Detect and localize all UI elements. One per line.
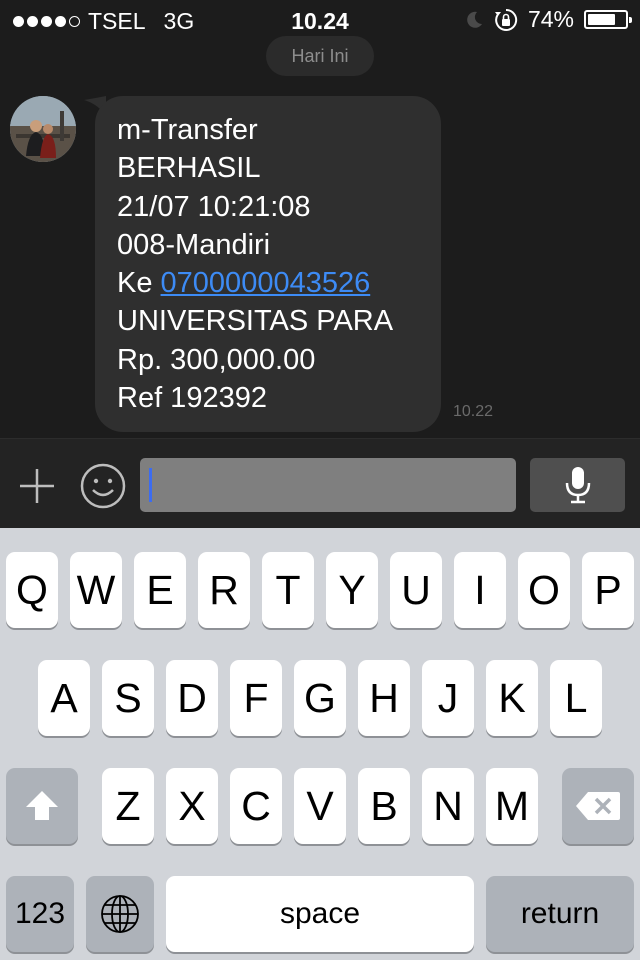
key-g[interactable]: G [294, 660, 346, 736]
key-f[interactable]: F [230, 660, 282, 736]
message-line-recipient: Ke 0700000043526 [117, 264, 419, 302]
key-b[interactable]: B [358, 768, 410, 844]
emoji-icon[interactable] [80, 463, 126, 509]
globe-icon [101, 895, 139, 933]
key-e[interactable]: E [134, 552, 186, 628]
keyboard: Q W E R T Y U I O P A S D F G H J K L Z … [0, 528, 640, 960]
key-k[interactable]: K [486, 660, 538, 736]
do-not-disturb-icon [467, 11, 482, 28]
avatar-photo [10, 96, 76, 162]
key-q[interactable]: Q [6, 552, 58, 628]
message-line: UNIVERSITAS PARA [117, 305, 394, 338]
message-line: Rp. 300,000.00 [117, 343, 316, 376]
return-key[interactable]: return [486, 876, 634, 952]
key-m[interactable]: M [486, 768, 538, 844]
key-z[interactable]: Z [102, 768, 154, 844]
account-number-link[interactable]: 0700000043526 [161, 267, 371, 299]
shift-key[interactable] [6, 768, 78, 844]
key-i[interactable]: I [454, 552, 506, 628]
message-input[interactable] [140, 458, 516, 512]
key-j[interactable]: J [422, 660, 474, 736]
message-line: BERHASIL [117, 152, 261, 185]
key-h[interactable]: H [358, 660, 410, 736]
rotation-lock-icon [494, 8, 518, 31]
space-key[interactable]: space [166, 876, 474, 952]
delete-icon [576, 792, 620, 820]
numbers-key[interactable]: 123 [6, 876, 74, 952]
key-a[interactable]: A [38, 660, 90, 736]
date-separator: Hari Ini [266, 36, 374, 76]
to-prefix: Ke [117, 267, 153, 300]
key-d[interactable]: D [166, 660, 218, 736]
message-line: 008-Mandiri [117, 228, 271, 261]
shift-icon [26, 791, 58, 820]
battery-icon [584, 10, 632, 29]
key-u[interactable]: U [390, 552, 442, 628]
message-line: 21/07 10:21:08 [117, 190, 311, 223]
key-l[interactable]: L [550, 660, 602, 736]
key-p[interactable]: P [582, 552, 634, 628]
microphone-icon [565, 467, 591, 504]
key-t[interactable]: T [262, 552, 314, 628]
key-s[interactable]: S [102, 660, 154, 736]
text-caret [149, 468, 152, 502]
key-n[interactable]: N [422, 768, 474, 844]
avatar[interactable] [10, 96, 76, 162]
key-y[interactable]: Y [326, 552, 378, 628]
key-x[interactable]: X [166, 768, 218, 844]
message-line: Ref 192392 [117, 382, 267, 415]
key-c[interactable]: C [230, 768, 282, 844]
status-right: 74% [464, 6, 632, 33]
status-bar: TSEL 3G 10.24 74% [0, 0, 640, 40]
globe-key[interactable] [86, 876, 154, 952]
key-v[interactable]: V [294, 768, 346, 844]
message-bubble[interactable]: m-Transfer BERHASIL 21/07 10:21:08 008-M… [95, 96, 441, 432]
delete-key[interactable] [562, 768, 634, 844]
message-line: m-Transfer [117, 114, 258, 146]
voice-input-button[interactable] [530, 458, 625, 512]
input-bar [0, 438, 640, 528]
plus-icon[interactable] [18, 467, 56, 505]
message-timestamp: 10.22 [453, 403, 494, 420]
key-w[interactable]: W [70, 552, 122, 628]
battery-percent: 74% [527, 6, 574, 32]
key-r[interactable]: R [198, 552, 250, 628]
key-o[interactable]: O [518, 552, 570, 628]
